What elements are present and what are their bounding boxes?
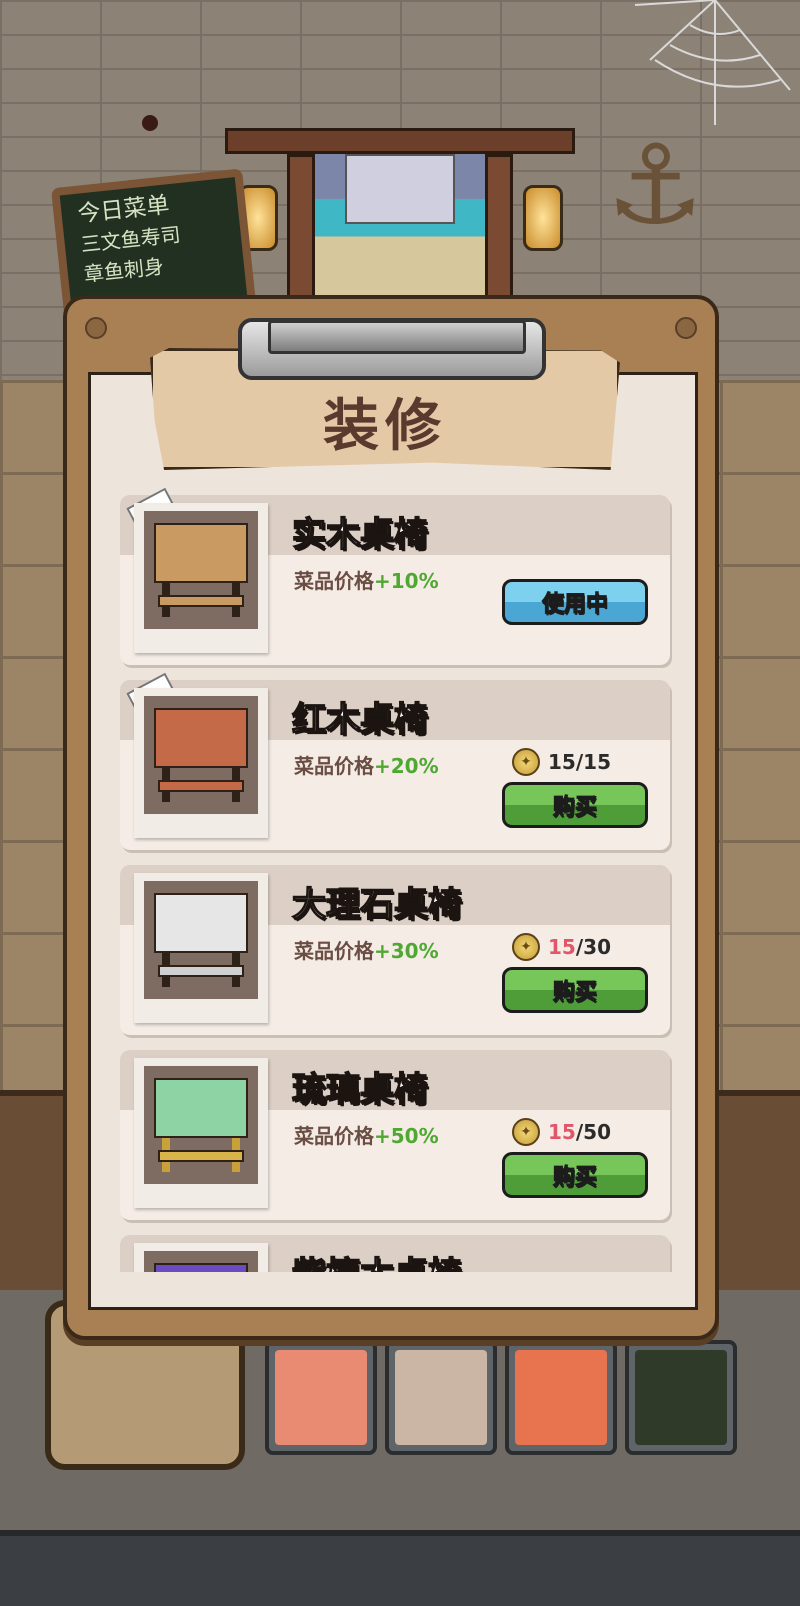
- marble-table-icon: [154, 893, 248, 953]
- rosewood-table-icon: [154, 1263, 248, 1272]
- item-list[interactable]: 实木桌椅 菜品价格+10% 使用中 红木桌椅 菜品价格+20% ✦ 15/15 …: [104, 372, 680, 1272]
- anchor-icon: ⚓: [605, 121, 705, 249]
- spider-web-icon: [634, 0, 791, 125]
- item-cost: ✦ 15/50: [512, 1118, 611, 1146]
- buy-button[interactable]: 购买: [502, 967, 648, 1013]
- door-post-right: [485, 154, 513, 304]
- seaweed-bin: [625, 1340, 737, 1455]
- buy-button[interactable]: 购买: [502, 1152, 648, 1198]
- octopus-bin: [385, 1340, 497, 1455]
- ingredient-bins: [265, 1340, 745, 1460]
- item-effect: 菜品价格+30%: [294, 939, 439, 963]
- list-item: 红木桌椅 菜品价格+20% ✦ 15/15 购买: [120, 672, 670, 850]
- floor-edge: [0, 1530, 800, 1606]
- door-post-left: [287, 154, 315, 304]
- in-use-button[interactable]: 使用中: [502, 579, 648, 625]
- item-name: 琉璃桌椅: [291, 1069, 429, 1111]
- list-item: 实木桌椅 菜品价格+10% 使用中: [120, 487, 670, 665]
- nail-icon: [142, 115, 158, 131]
- item-name: 大理石桌椅: [291, 884, 463, 926]
- item-thumbnail: [134, 1058, 268, 1208]
- door-lintel: [225, 128, 575, 154]
- item-name: 紫檀木桌椅: [291, 1247, 463, 1272]
- shell-coin-icon: ✦: [512, 1118, 540, 1146]
- item-effect: 菜品价格+20%: [294, 754, 439, 778]
- item-thumbnail: [134, 503, 268, 653]
- crab-stick-bin: [265, 1340, 377, 1455]
- item-name: 实木桌椅: [291, 514, 429, 556]
- glaze-table-icon: [154, 1078, 248, 1138]
- item-thumbnail: [134, 688, 268, 838]
- shell-coin-icon: ✦: [512, 933, 540, 961]
- shell-coin-icon: ✦: [512, 748, 540, 776]
- redwood-table-icon: [154, 708, 248, 768]
- item-thumbnail: [134, 873, 268, 1023]
- item-cost: ✦ 15/30: [512, 933, 611, 961]
- door-curtain: [345, 154, 455, 224]
- screw-icon: [85, 317, 107, 339]
- item-name: 红木桌椅: [291, 699, 429, 741]
- buy-button[interactable]: 购买: [502, 782, 648, 828]
- item-cost: ✦ 15/15: [512, 748, 611, 776]
- item-effect: 菜品价格+10%: [294, 569, 439, 593]
- screw-icon: [675, 317, 697, 339]
- list-item: 琉璃桌椅 菜品价格+50% ✦ 15/50 购买: [120, 1050, 670, 1220]
- clipboard-clip-bar: [268, 320, 526, 354]
- wood-table-icon: [154, 523, 248, 583]
- list-item: 大理石桌椅 菜品价格+30% ✦ 15/30 购买: [120, 865, 670, 1035]
- list-item: 紫檀木桌椅: [120, 1235, 670, 1272]
- lantern-right-icon: [523, 185, 563, 251]
- item-effect: 菜品价格+50%: [294, 1124, 439, 1148]
- salmon-bin: [505, 1340, 617, 1455]
- item-thumbnail: [134, 1243, 268, 1272]
